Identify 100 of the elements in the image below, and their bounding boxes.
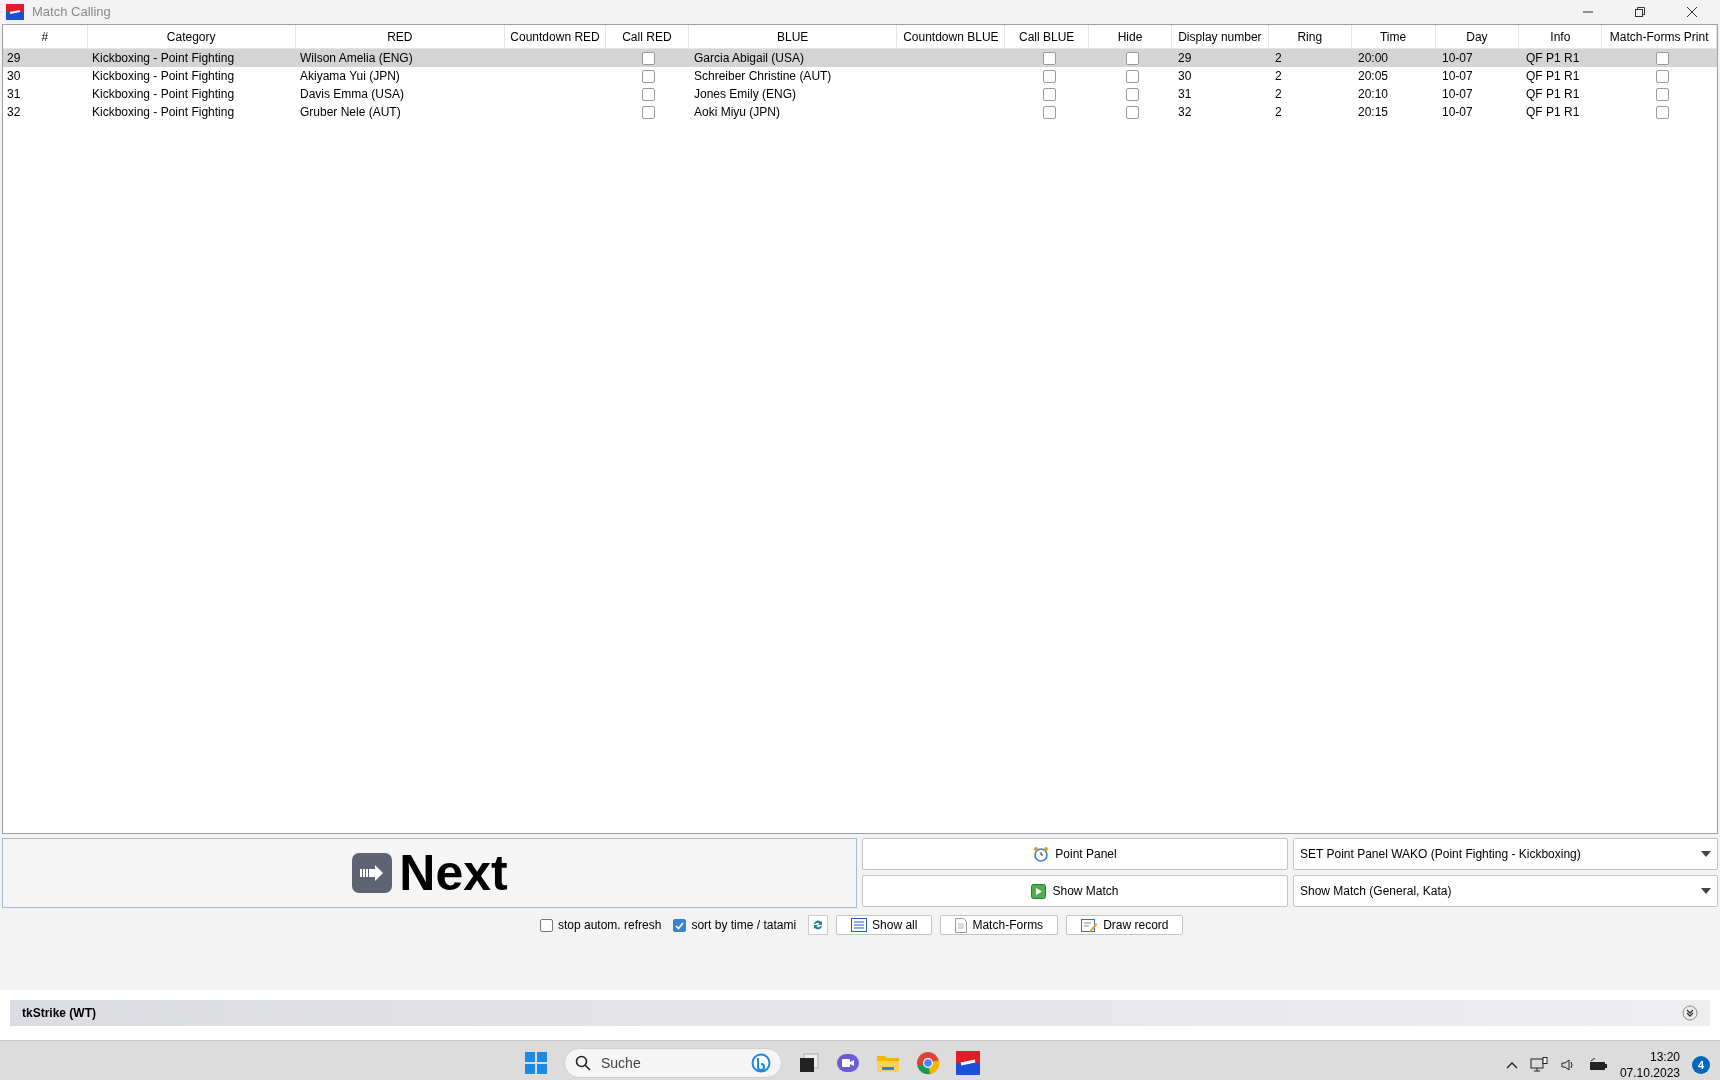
alarm-clock-icon [1033, 846, 1050, 862]
video-chat-icon[interactable] [836, 1052, 860, 1074]
checkbox[interactable] [1656, 87, 1669, 101]
browser-icon[interactable] [916, 1051, 940, 1075]
table-cell-text: 2 [1275, 86, 1282, 103]
table-cell-text: Gruber Nele (AUT) [300, 104, 401, 121]
checkbox[interactable] [1126, 51, 1139, 65]
column-header[interactable]: Countdown RED [505, 25, 606, 48]
checkbox[interactable] [1126, 87, 1139, 101]
table-cell-text: 20:10 [1358, 86, 1389, 103]
table-cell-text: 32 [7, 104, 21, 121]
checkbox-label[interactable]: stop autom. refresh [558, 916, 662, 934]
checkbox-label[interactable]: sort by time / tatami [691, 916, 797, 934]
checkbox[interactable] [642, 105, 655, 119]
column-header[interactable]: RED [295, 25, 506, 48]
panel-button[interactable]: Point Panel [862, 838, 1288, 870]
notification-badge[interactable]: 4 [1692, 1056, 1710, 1074]
next-button[interactable]: Next [2, 838, 857, 908]
table-cell-text: QF P1 R1 [1526, 104, 1580, 121]
toolbar-button[interactable]: Match-Forms [940, 915, 1059, 935]
clock-time[interactable]: 13:20 [1649, 1049, 1680, 1065]
chat-assistant-icon[interactable] [751, 1053, 771, 1073]
panel-button[interactable]: Show Match [862, 875, 1288, 907]
table-cell-text: Schreiber Christine (AUT) [694, 68, 832, 85]
checkbox[interactable] [1656, 69, 1669, 83]
table-cell-text: 2 [1275, 104, 1282, 121]
table-cell-text: 10-07 [1442, 50, 1473, 67]
column-header[interactable]: Countdown BLUE [897, 25, 1006, 48]
table-cell-text: 31 [7, 86, 21, 103]
column-header[interactable]: Hide [1089, 25, 1172, 48]
checkbox[interactable] [1656, 51, 1669, 65]
search-icon [575, 1055, 591, 1071]
play-icon [1031, 883, 1047, 899]
refresh-button[interactable] [808, 915, 829, 935]
table-cell-text: 20:00 [1358, 50, 1389, 67]
column-header[interactable]: Call BLUE [1005, 25, 1090, 48]
checkbox[interactable] [642, 69, 655, 83]
task-view-icon[interactable] [798, 1052, 820, 1074]
table-cell-text: QF P1 R1 [1526, 50, 1580, 67]
toolbar-button[interactable]: Show all [836, 915, 933, 935]
table-cell-text: 30 [7, 68, 21, 85]
toolbar-button[interactable]: Draw record [1066, 915, 1184, 935]
column-header[interactable]: Day [1435, 25, 1520, 48]
table-cell-text: 32 [1178, 104, 1192, 121]
volume-icon[interactable] [1559, 1057, 1576, 1073]
clock-date[interactable]: 07.10.2023 [1619, 1065, 1680, 1080]
table-cell-text: 2 [1275, 50, 1282, 67]
collapsed-panel-header[interactable]: tkStrike (WT) [10, 1000, 1710, 1026]
table-cell-text: Davis Emma (USA) [300, 86, 404, 103]
column-header[interactable]: Call RED [605, 25, 689, 48]
checkbox[interactable] [1042, 69, 1056, 83]
table-cell-text: 10-07 [1442, 86, 1473, 103]
checkbox[interactable] [1042, 87, 1056, 101]
table-cell-text: Kickboxing - Point Fighting [92, 50, 235, 67]
expand-icon[interactable] [1682, 1005, 1698, 1021]
start-icon[interactable] [524, 1051, 548, 1075]
restore-icon[interactable] [1634, 6, 1646, 18]
edit-document-icon [1081, 917, 1099, 933]
column-header[interactable]: Match-Forms Print [1602, 25, 1718, 48]
battery-icon[interactable] [1587, 1058, 1608, 1072]
table-cell-text: 2 [1275, 68, 1282, 85]
table-cell-text: Aoki Miyu (JPN) [694, 104, 780, 121]
table-cell-text: 10-07 [1442, 104, 1473, 121]
column-header[interactable]: Info [1519, 25, 1603, 48]
close-icon[interactable] [1686, 6, 1698, 18]
panel-title: tkStrike (WT) [22, 1005, 96, 1022]
column-header[interactable]: # [3, 25, 88, 48]
table-cell-text: 31 [1178, 86, 1192, 103]
checkbox[interactable] [1042, 51, 1056, 65]
checkbox[interactable] [1126, 105, 1139, 119]
checkbox[interactable] [1656, 105, 1669, 119]
checkbox[interactable] [540, 918, 553, 932]
checkbox[interactable] [642, 87, 655, 101]
dropdown[interactable]: SET Point Panel WAKO (Point Fighting - Kickboxing) [1293, 838, 1718, 870]
table-cell-text: 29 [7, 50, 21, 67]
dropdown[interactable]: Show Match (General, Kata) [1293, 875, 1718, 907]
table-cell-text: Jones Emily (ENG) [694, 86, 797, 103]
network-icon[interactable] [1529, 1057, 1548, 1073]
table-cell-text: Wilson Amelia (ENG) [300, 50, 413, 67]
checkbox[interactable] [1042, 105, 1056, 119]
checkbox[interactable] [642, 51, 655, 65]
chevron-up-icon[interactable] [1505, 1061, 1518, 1069]
table-row[interactable]: 29 Kickboxing - Point Fighting Wilson Amelia (ENG) Garcia Abigail (USA) 29 2 20:00 10-07 QF P1 R1 [3, 49, 1717, 67]
taskbar-search-field[interactable]: Suche [601, 1052, 741, 1074]
document-icon [955, 917, 968, 933]
table-cell-text: QF P1 R1 [1526, 86, 1580, 103]
table-cell-text: QF P1 R1 [1526, 68, 1580, 85]
column-header[interactable]: Time [1351, 25, 1436, 48]
column-header[interactable]: BLUE [688, 25, 898, 48]
table-cell-text: Akiyama Yui (JPN) [300, 68, 400, 85]
column-header[interactable]: Display number [1172, 25, 1269, 48]
checkbox[interactable] [1126, 69, 1139, 83]
checkbox[interactable] [673, 918, 687, 932]
table-cell-text: Kickboxing - Point Fighting [92, 86, 235, 103]
taskbar-search-box[interactable]: Suche [564, 1048, 782, 1078]
app-logo-icon[interactable] [956, 1051, 980, 1075]
table-cell-text: 29 [1178, 50, 1192, 67]
column-header[interactable]: Category [87, 25, 296, 48]
list-icon [851, 918, 868, 932]
column-header[interactable]: Ring [1268, 25, 1352, 48]
